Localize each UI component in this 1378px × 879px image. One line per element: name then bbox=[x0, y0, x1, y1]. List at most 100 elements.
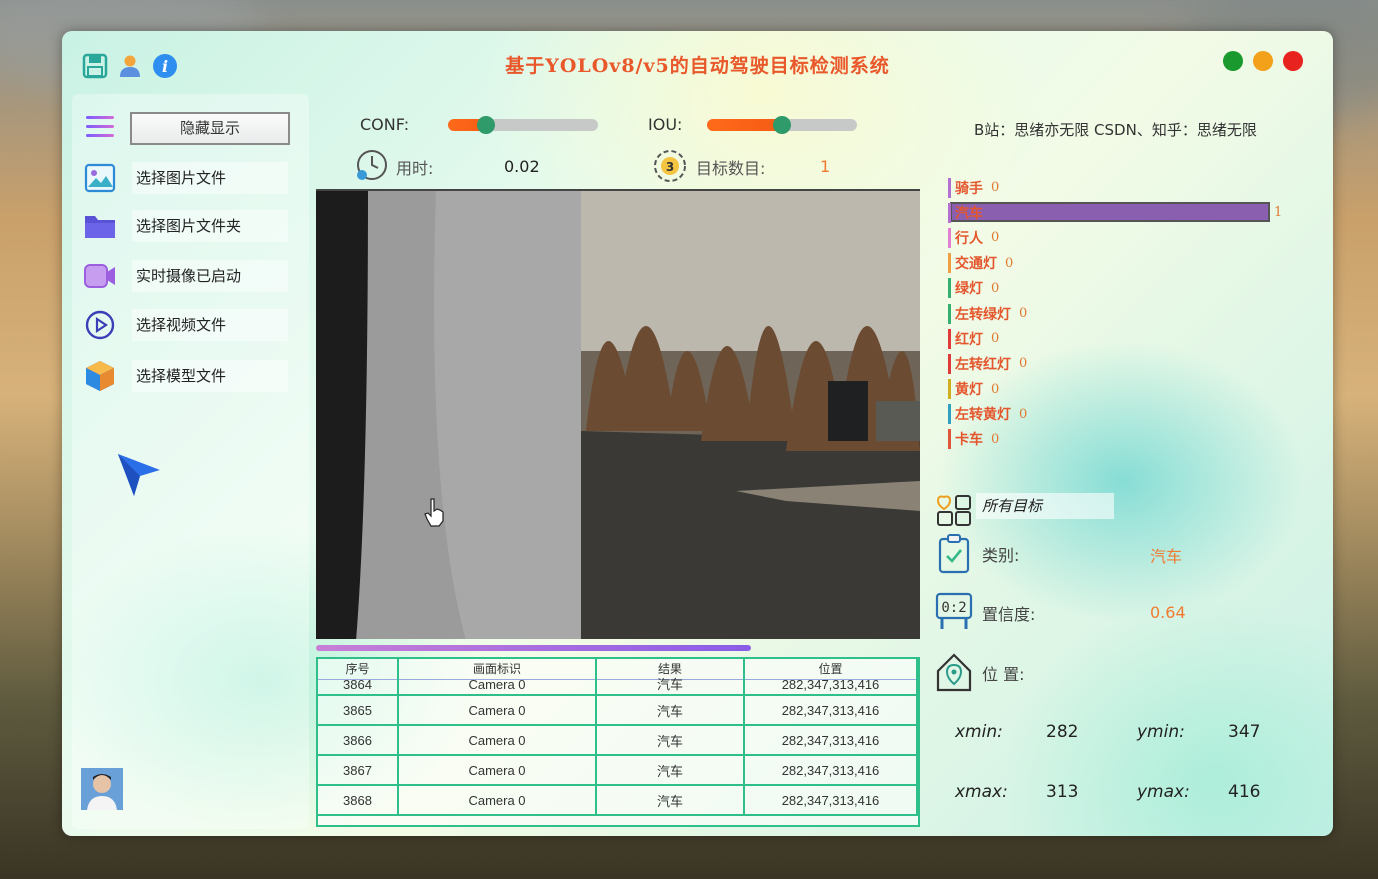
close-button[interactable] bbox=[1283, 51, 1303, 71]
cell-position: 282,347,313,416 bbox=[744, 678, 918, 696]
target-select-dropdown[interactable]: 所有目标 bbox=[976, 493, 1114, 519]
cell-source: Camera 0 bbox=[398, 785, 597, 816]
targets-grid-icon bbox=[936, 495, 971, 526]
class-name: 黄灯 bbox=[948, 379, 983, 400]
cell-source: Camera 0 bbox=[398, 725, 597, 756]
nav-label: 选择图片文件夹 bbox=[132, 210, 288, 242]
class-count: 0 bbox=[1019, 406, 1028, 422]
select-image-file-button[interactable]: 选择图片文件 bbox=[82, 160, 292, 196]
table-row[interactable]: 3865 Camera 0 汽车 282,347,313,416 bbox=[318, 695, 918, 726]
confidence-label: 置信度: bbox=[982, 605, 1036, 624]
class-count: 0 bbox=[991, 230, 1000, 246]
class-row: 行人 0 bbox=[948, 225, 1298, 250]
sidebar: 隐藏显示 选择图片文件 选择图片文件夹 实时摄像已启动 选择视频文件 选择模型文… bbox=[72, 94, 309, 829]
app-title: 基于YOLOv8/v5的自动驾驶目标检测系统 bbox=[505, 55, 890, 77]
position-label: 位 置: bbox=[982, 665, 1025, 684]
nav-label: 选择视频文件 bbox=[132, 309, 288, 341]
cell-position: 282,347,313,416 bbox=[744, 785, 918, 816]
conf-slider-handle[interactable] bbox=[477, 116, 495, 134]
cell-result: 汽车 bbox=[596, 678, 745, 696]
hide-show-button[interactable]: 隐藏显示 bbox=[130, 112, 290, 145]
class-row: 左转红灯 0 bbox=[948, 351, 1298, 376]
table-row[interactable]: 3866 Camera 0 汽车 282,347,313,416 bbox=[318, 725, 918, 756]
xmin-value: 282 bbox=[1046, 722, 1079, 742]
class-count: 0 bbox=[1019, 306, 1028, 322]
menu-icon[interactable] bbox=[86, 116, 114, 140]
cell-position: 282,347,313,416 bbox=[744, 725, 918, 756]
results-table: 序号 画面标识 结果 位置 3864 Camera 0 汽车 282,347,3… bbox=[316, 657, 920, 827]
conf-slider[interactable] bbox=[448, 116, 598, 134]
camera-button[interactable]: 实时摄像已启动 bbox=[82, 258, 292, 294]
iou-label: IOU: bbox=[648, 115, 683, 134]
select-video-button[interactable]: 选择视频文件 bbox=[82, 307, 292, 343]
confidence-icon: 0:2 bbox=[935, 592, 973, 629]
clock-icon bbox=[357, 150, 387, 180]
nav-label: 实时摄像已启动 bbox=[132, 260, 288, 292]
cell-position: 282,347,313,416 bbox=[744, 695, 918, 726]
target-count-label: 目标数目: bbox=[696, 159, 766, 178]
class-count-list: 骑手 0 汽车 1 行人 0 交通灯 0 绿灯 0 左转绿灯 0 红灯 0 左转红灯 0 黄灯 0 左转黄灯 0 卡车 0 bbox=[948, 175, 1298, 452]
hand-cursor-icon bbox=[424, 498, 444, 527]
cell-index: 3865 bbox=[318, 695, 399, 726]
clipboard-check-icon bbox=[938, 534, 970, 574]
cell-index: 3864 bbox=[318, 678, 399, 696]
ymin-value: 347 bbox=[1228, 722, 1261, 742]
cell-result: 汽车 bbox=[596, 725, 745, 756]
class-count: 0 bbox=[991, 381, 1000, 397]
class-row: 红灯 0 bbox=[948, 326, 1298, 351]
col-header-index: 序号 bbox=[318, 659, 399, 680]
ymax-value: 416 bbox=[1228, 782, 1261, 802]
svg-text:0:2: 0:2 bbox=[941, 600, 966, 616]
class-row: 绿灯 0 bbox=[948, 276, 1298, 301]
class-row: 交通灯 0 bbox=[948, 251, 1298, 276]
avatar[interactable] bbox=[81, 768, 123, 810]
cell-source: Camera 0 bbox=[398, 755, 597, 786]
class-name: 交通灯 bbox=[948, 253, 997, 274]
col-header-result: 结果 bbox=[596, 659, 745, 680]
class-row: 汽车 1 bbox=[948, 200, 1298, 225]
table-row[interactable]: 3864 Camera 0 汽车 282,347,313,416 bbox=[318, 678, 918, 696]
cell-source: Camera 0 bbox=[398, 695, 597, 726]
nav-label: 选择图片文件 bbox=[132, 162, 288, 194]
pointer-arrow-icon bbox=[118, 454, 160, 496]
class-count: 0 bbox=[991, 280, 1000, 296]
iou-slider-handle[interactable] bbox=[773, 116, 791, 134]
class-count: 0 bbox=[1019, 356, 1028, 372]
ymin-label: ymin: bbox=[1137, 722, 1185, 742]
class-name: 左转红灯 bbox=[948, 353, 1011, 374]
table-row[interactable]: 3868 Camera 0 汽车 282,347,313,416 bbox=[318, 785, 918, 816]
iou-slider[interactable] bbox=[707, 116, 857, 134]
select-image-folder-button[interactable]: 选择图片文件夹 bbox=[82, 208, 292, 244]
xmin-label: xmin: bbox=[955, 722, 1003, 742]
maximize-button[interactable] bbox=[1223, 51, 1243, 71]
class-count: 0 bbox=[991, 331, 1000, 347]
class-name: 左转黄灯 bbox=[948, 404, 1011, 425]
col-header-source: 画面标识 bbox=[398, 659, 597, 680]
svg-text:3: 3 bbox=[666, 160, 674, 174]
cell-result: 汽车 bbox=[596, 785, 745, 816]
class-name: 卡车 bbox=[948, 429, 983, 450]
ymax-label: ymax: bbox=[1137, 782, 1190, 802]
progress-bar bbox=[316, 645, 751, 651]
class-name: 绿灯 bbox=[948, 278, 983, 299]
class-count-bar bbox=[950, 202, 1270, 223]
cell-result: 汽车 bbox=[596, 755, 745, 786]
class-count: 0 bbox=[991, 180, 1000, 196]
table-row[interactable]: 3867 Camera 0 汽车 282,347,313,416 bbox=[318, 755, 918, 786]
class-row: 卡车 0 bbox=[948, 427, 1298, 452]
class-count: 1 bbox=[1274, 205, 1283, 221]
credit-text: B站：思绪亦无限 CSDN、知乎：思绪无限 bbox=[974, 121, 1257, 139]
cell-index: 3866 bbox=[318, 725, 399, 756]
select-model-button[interactable]: 选择模型文件 bbox=[82, 358, 292, 394]
camera-icon bbox=[82, 258, 118, 294]
col-header-position: 位置 bbox=[744, 659, 918, 680]
class-count: 0 bbox=[991, 431, 1000, 447]
minimize-button[interactable] bbox=[1253, 51, 1273, 71]
time-value: 0.02 bbox=[504, 157, 540, 176]
target-count-value: 1 bbox=[820, 157, 831, 176]
cube-icon bbox=[82, 358, 118, 394]
cell-index: 3867 bbox=[318, 755, 399, 786]
cell-result: 汽车 bbox=[596, 695, 745, 726]
conf-label: CONF: bbox=[360, 115, 410, 134]
class-name: 汽车 bbox=[948, 202, 983, 223]
